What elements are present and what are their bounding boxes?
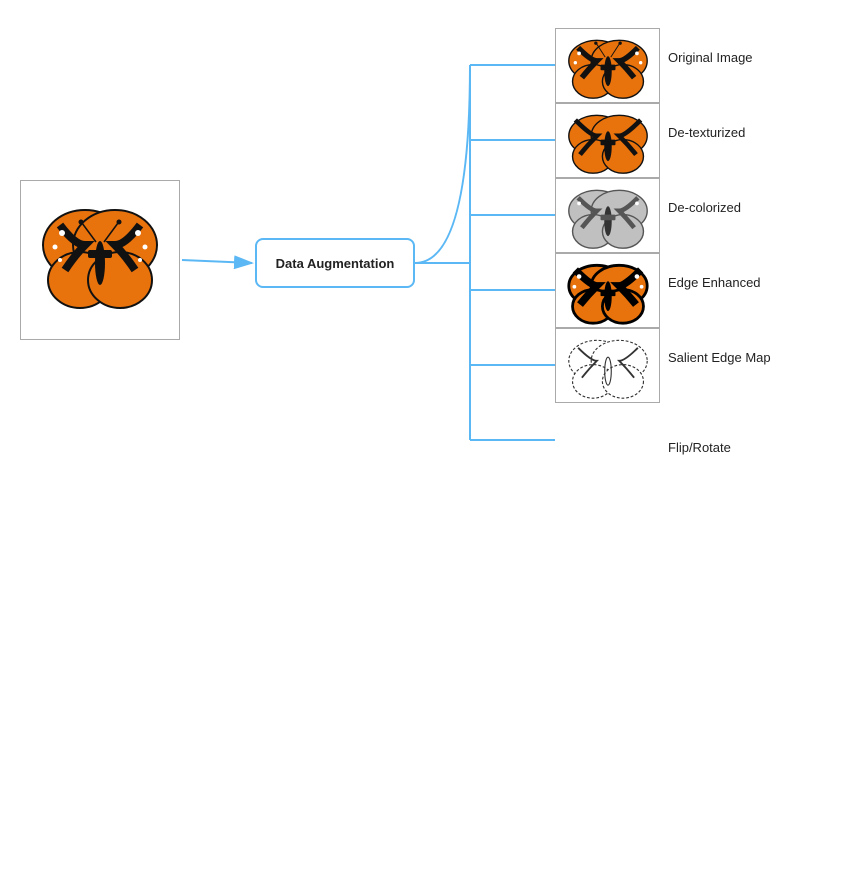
label-edge-enhanced: Edge Enhanced — [668, 275, 761, 290]
source-image — [20, 180, 180, 340]
label-salient-edge: Salient Edge Map — [668, 350, 771, 365]
label-detexturized: De-texturized — [668, 125, 745, 140]
augmentation-box: Data Augmentation — [255, 238, 415, 288]
output-salient-edge — [555, 328, 660, 403]
output-flip-rotate — [548, 400, 668, 480]
label-flip-rotate: Flip/Rotate — [668, 440, 731, 455]
source-butterfly-svg — [30, 195, 170, 325]
diagram: Data Augmentation Original Image — [0, 0, 850, 587]
output-decolorized — [555, 178, 660, 253]
label-decolorized: De-colorized — [668, 200, 741, 215]
augmentation-label: Data Augmentation — [276, 256, 395, 271]
output-edge-enhanced — [555, 253, 660, 328]
output-original — [555, 28, 660, 103]
label-original: Original Image — [668, 50, 753, 65]
output-detexturized — [555, 103, 660, 178]
